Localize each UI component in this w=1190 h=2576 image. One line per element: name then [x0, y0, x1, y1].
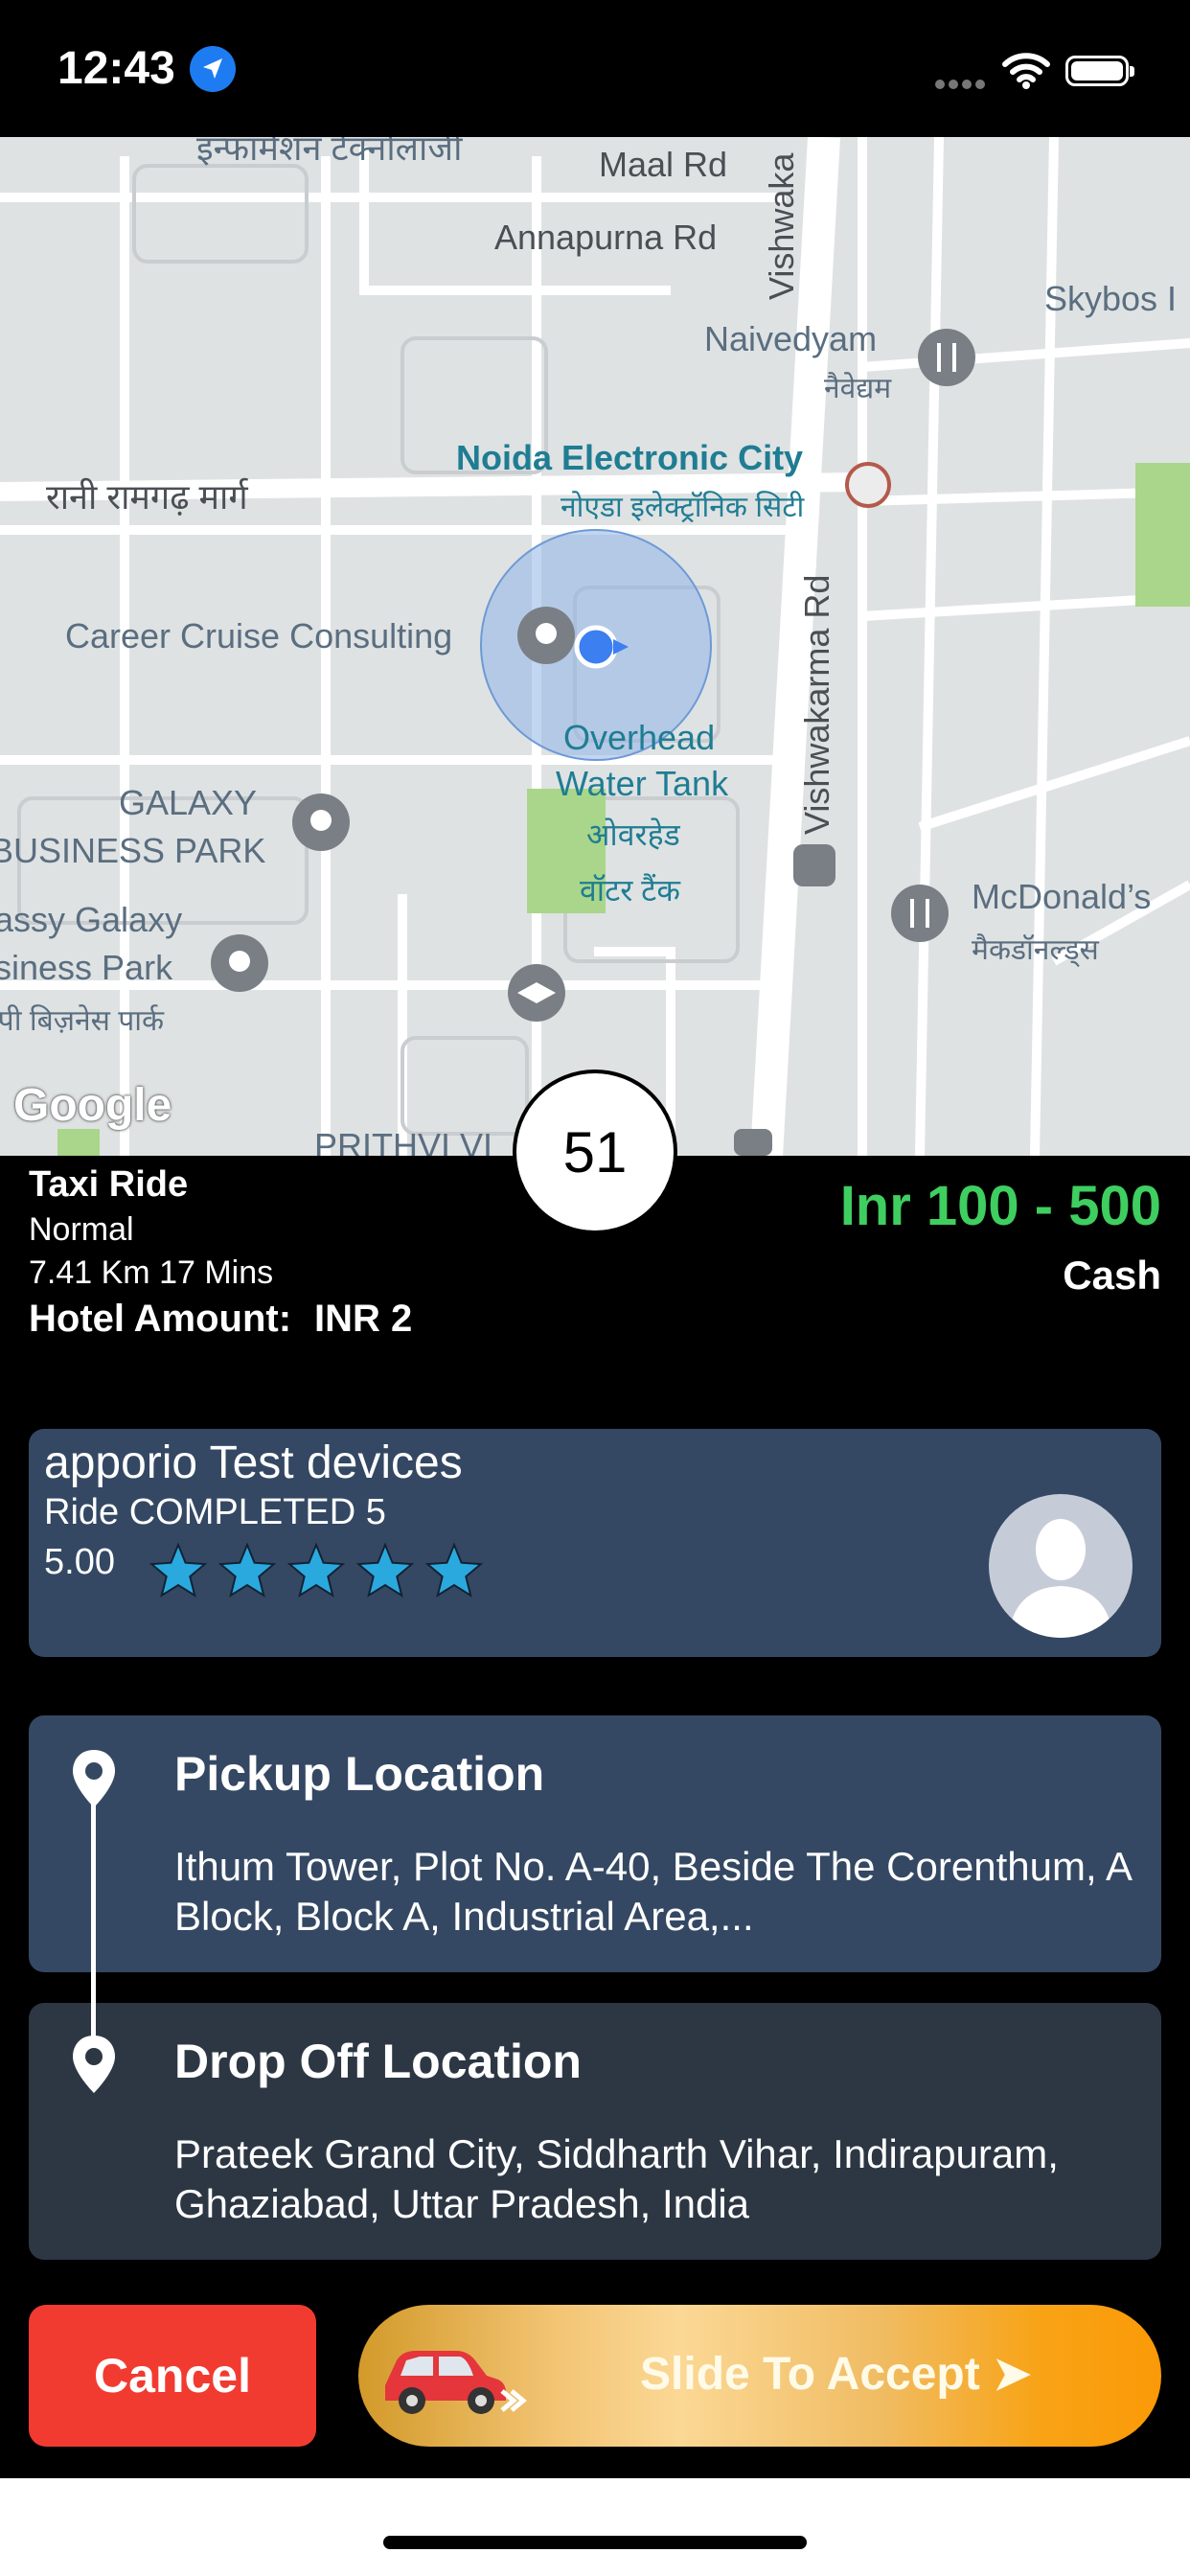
star-icon — [356, 1542, 414, 1598]
map-label: मैकडॉनल्ड्स — [972, 934, 1099, 966]
ride-class: Normal — [29, 1211, 134, 1248]
star-icon — [149, 1542, 207, 1598]
pickup-address: Ithum Tower, Plot No. A-40, Beside The C… — [174, 1844, 1131, 1939]
map-label: GALAXY — [119, 783, 258, 822]
slide-to-accept[interactable]: Slide To Accept ➤ — [358, 2305, 1161, 2447]
location-arrow-icon — [190, 46, 236, 92]
star-icon — [425, 1542, 483, 1598]
drop-pin-icon — [67, 2032, 121, 2108]
map-label: रानी रामगढ़ मार्ग — [46, 477, 248, 517]
pickup-pin-icon — [67, 1746, 121, 1823]
wifi-icon — [1002, 52, 1050, 95]
route-connector-line — [91, 1802, 96, 2049]
map-label: Skybos I — [1044, 279, 1178, 318]
fare-range: Inr 100 - 500 — [839, 1175, 1161, 1237]
drop-title: Drop Off Location — [174, 2035, 582, 2088]
pickup-location-card[interactable]: Pickup Location Ithum Tower, Plot No. A-… — [29, 1715, 1161, 1972]
map-label: PRITHVI VI — [314, 1126, 493, 1156]
star-icon — [218, 1542, 276, 1598]
cancel-button[interactable]: Cancel — [29, 2305, 316, 2447]
avatar — [989, 1494, 1133, 1638]
car-icon[interactable] — [378, 2337, 531, 2424]
battery-icon — [1065, 56, 1134, 86]
map-label: Maal Rd — [599, 145, 728, 184]
map-label: Annapurna Rd — [494, 218, 718, 257]
map-label: Noida Electronic City — [456, 438, 804, 477]
home-indicator-area — [0, 2478, 1190, 2576]
rating-stars — [149, 1542, 483, 1599]
pickup-title: Pickup Location — [174, 1747, 545, 1801]
map-label: Naivedyam — [704, 319, 878, 358]
map-view[interactable]: इन्फॉर्मेशन टेक्नोलॉजी Maal Rd Annapurna… — [0, 137, 1190, 1156]
map-label: assy Galaxy — [0, 900, 183, 939]
map-label: Overhead — [563, 718, 716, 757]
map-label: नैवेद्यम — [824, 373, 892, 404]
google-logo: Google — [13, 1080, 172, 1131]
payment-method: Cash — [1063, 1253, 1161, 1298]
countdown-timer: 51 — [513, 1070, 677, 1234]
map-label: Vishwakarma Rd — [797, 574, 836, 835]
slide-to-accept-label: Slide To Accept ➤ — [640, 2349, 1032, 2400]
signal-dots-icon — [935, 77, 989, 94]
map-label: Career Cruise Consulting — [65, 616, 453, 656]
rating-value: 5.00 — [44, 1542, 115, 1582]
status-bar: 12:43 — [0, 0, 1190, 137]
map-label: siness Park — [0, 948, 173, 987]
map-label: BUSINESS PARK — [0, 831, 266, 870]
map-label: McDonald’s — [972, 877, 1152, 916]
map-label: स्पी बिज़नेस पार्क — [0, 1005, 165, 1037]
map-label: Water Tank — [556, 764, 729, 803]
map-label: वॉटर टैंक — [580, 873, 680, 908]
ride-type: Taxi Ride — [29, 1164, 189, 1205]
map-label: Vishwaka — [762, 152, 801, 300]
map-label: नोएडा इलेक्ट्रॉनिक सिटी — [561, 492, 805, 523]
drop-address: Prateek Grand City, Siddharth Vihar, Ind… — [174, 2131, 1059, 2226]
rides-completed: Ride COMPLETED 5 — [44, 1492, 386, 1532]
home-indicator[interactable] — [383, 2536, 807, 2549]
ride-distance-time: 7.41 Km 17 Mins — [29, 1254, 274, 1291]
poi-pin-icon — [517, 607, 575, 664]
hotel-amount-label: Hotel Amount: — [29, 1298, 292, 1340]
status-time: 12:43 — [57, 43, 175, 94]
driver-card: apporio Test devices Ride COMPLETED 5 5.… — [29, 1429, 1161, 1657]
driver-name: apporio Test devices — [44, 1438, 463, 1488]
map-label: इन्फॉर्मेशन टेक्नोलॉजी — [196, 137, 463, 168]
star-icon — [287, 1542, 345, 1598]
drop-location-card[interactable]: Drop Off Location Prateek Grand City, Si… — [29, 2003, 1161, 2260]
hotel-amount: Hotel Amount: INR 2 — [29, 1298, 412, 1341]
map-label: ओवरहेड — [586, 817, 680, 852]
hotel-amount-value: INR 2 — [314, 1298, 413, 1340]
